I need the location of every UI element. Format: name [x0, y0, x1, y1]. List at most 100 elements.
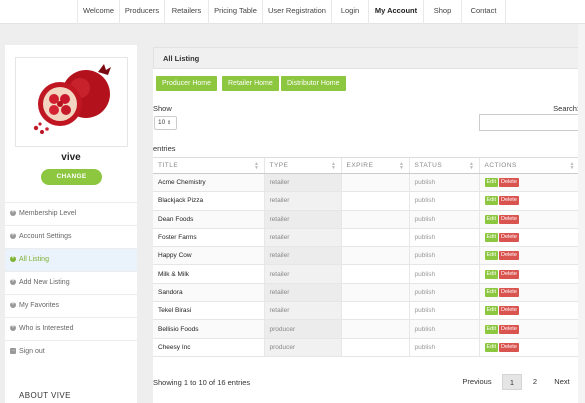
retailer-home-button[interactable]: Retailer Home [222, 76, 279, 91]
nav-producers[interactable]: Producers [119, 0, 164, 24]
entries-label: entries [153, 144, 176, 153]
nav-pricing-table[interactable]: Pricing Table [208, 0, 262, 24]
column-header-type[interactable]: TYPE ▲ ▼ [263, 157, 341, 174]
producer-home-button[interactable]: Producer Home [156, 76, 218, 91]
user-name: vive [61, 152, 81, 163]
cell-actions: Edit Delete [478, 173, 579, 193]
sort-icon: ▲ ▼ [469, 161, 475, 171]
table-row: Happy Cow retailer publish Edit Delete [153, 246, 579, 266]
nav-login[interactable]: Login [331, 0, 368, 24]
table-row: Cheesy Inc producer publish Edit Delete [153, 338, 579, 357]
plus-circle-icon [10, 299, 16, 309]
nav-welcome[interactable]: Welcome [77, 0, 119, 24]
column-header-actions[interactable]: ACTIONS ▲ ▼ [478, 157, 579, 174]
cell-type: retailer [263, 283, 341, 303]
column-header-title[interactable]: TITLE ▲ ▼ [153, 157, 264, 174]
edit-button[interactable]: Edit [484, 306, 498, 316]
cell-status: publish [408, 173, 479, 193]
plus-circle-icon [10, 276, 16, 286]
cell-status: publish [408, 246, 479, 266]
delete-button[interactable]: Delete [498, 324, 519, 334]
table-row: Bellisio Foods producer publish Edit Delete [153, 319, 579, 339]
sidebar-item-label: Membership Level [19, 210, 77, 217]
chevron-updown-icon: ⇕ [167, 120, 172, 126]
cell-type: retailer [263, 264, 341, 284]
table-row: Dean Foods retailer publish Edit Delete [153, 210, 579, 229]
plus-circle-icon [10, 253, 16, 263]
column-header-status[interactable]: STATUS ▲ ▼ [408, 157, 479, 174]
cell-actions: Edit Delete [478, 338, 579, 357]
top-navigation: Welcome Producers Retailers Pricing Tabl… [0, 0, 585, 24]
sidebar-item-sign-out[interactable]: Sign out [5, 340, 137, 363]
sidebar-item-my-favorites[interactable]: My Favorites [5, 294, 137, 317]
cell-actions: Edit Delete [478, 191, 579, 211]
distributor-home-button[interactable]: Distributor Home [281, 76, 346, 91]
cell-expire [340, 228, 409, 248]
nav-retailers[interactable]: Retailers [164, 0, 208, 24]
sort-icon: ▲ ▼ [569, 161, 575, 171]
table-row: Acme Chemistry retailer publish Edit Delete [153, 173, 579, 193]
edit-button[interactable]: Edit [484, 233, 498, 243]
cell-expire [340, 283, 409, 303]
cell-status: publish [408, 191, 479, 211]
nav-my-account[interactable]: My Account [368, 0, 423, 24]
delete-button[interactable]: Delete [498, 178, 519, 188]
delete-button[interactable]: Delete [498, 233, 519, 243]
sidebar-item-all-listing[interactable]: All Listing [5, 248, 137, 271]
delete-button[interactable]: Delete [498, 251, 519, 261]
edit-button[interactable]: Edit [484, 324, 498, 334]
page-scrollbar[interactable] [578, 24, 585, 403]
pagination-page-1[interactable]: 1 [502, 374, 522, 390]
table-row: Foster Farms retailer publish Edit Delete [153, 228, 579, 248]
edit-button[interactable]: Edit [484, 287, 498, 297]
cell-expire [340, 246, 409, 266]
pagination-page-2[interactable]: 2 [525, 374, 545, 390]
plus-circle-icon [10, 207, 16, 217]
table-row: Tekel Birasi retailer publish Edit Delete [153, 301, 579, 321]
cell-type: producer [263, 319, 341, 339]
edit-button[interactable]: Edit [484, 251, 498, 261]
edit-button[interactable]: Edit [484, 178, 498, 188]
delete-button[interactable]: Delete [498, 269, 519, 279]
cell-title: Tekel Birasi [153, 301, 264, 321]
change-avatar-button[interactable]: CHANGE [41, 169, 102, 185]
delete-button[interactable]: Delete [498, 287, 519, 297]
pagination-next[interactable]: Next [547, 374, 577, 390]
edit-button[interactable]: Edit [484, 342, 498, 352]
delete-button[interactable]: Delete [498, 196, 519, 206]
pagination-previous[interactable]: Previous [457, 374, 497, 390]
sidebar-item-who-is-interested[interactable]: Who is Interested [5, 317, 137, 340]
search-input[interactable] [479, 114, 579, 131]
pomegranate-image [33, 64, 111, 134]
sidebar-item-label: Sign out [19, 348, 45, 355]
nav-user-registration[interactable]: User Registration [262, 0, 331, 24]
cell-type: retailer [263, 210, 341, 229]
edit-button[interactable]: Edit [484, 196, 498, 206]
page-length-select[interactable]: 10 ⇕ [154, 116, 177, 130]
delete-button[interactable]: Delete [498, 306, 519, 316]
sidebar-item-membership-level[interactable]: Membership Level [5, 202, 137, 225]
cell-title: Cheesy Inc [153, 338, 264, 357]
panel-title: All Listing [153, 47, 579, 69]
cell-expire [340, 338, 409, 357]
delete-button[interactable]: Delete [498, 214, 519, 224]
cell-actions: Edit Delete [478, 228, 579, 248]
sidebar-item-add-new-listing[interactable]: Add New Listing [5, 271, 137, 294]
search-label: Search: [553, 104, 579, 113]
cell-title: Foster Farms [153, 228, 264, 248]
edit-button[interactable]: Edit [484, 269, 498, 279]
cell-status: publish [408, 319, 479, 339]
cell-title: Blackjack Pizza [153, 191, 264, 211]
show-label: Show [153, 104, 172, 113]
edit-button[interactable]: Edit [484, 214, 498, 224]
sidebar-item-account-settings[interactable]: Account Settings [5, 225, 137, 248]
cell-type: retailer [263, 173, 341, 193]
nav-shop[interactable]: Shop [423, 0, 461, 24]
delete-button[interactable]: Delete [498, 342, 519, 352]
cell-actions: Edit Delete [478, 319, 579, 339]
nav-contact[interactable]: Contact [461, 0, 506, 24]
column-header-expire[interactable]: EXPIRE ▲ ▼ [340, 157, 409, 174]
plus-circle-icon [10, 322, 16, 332]
cell-status: publish [408, 301, 479, 321]
cell-expire [340, 191, 409, 211]
